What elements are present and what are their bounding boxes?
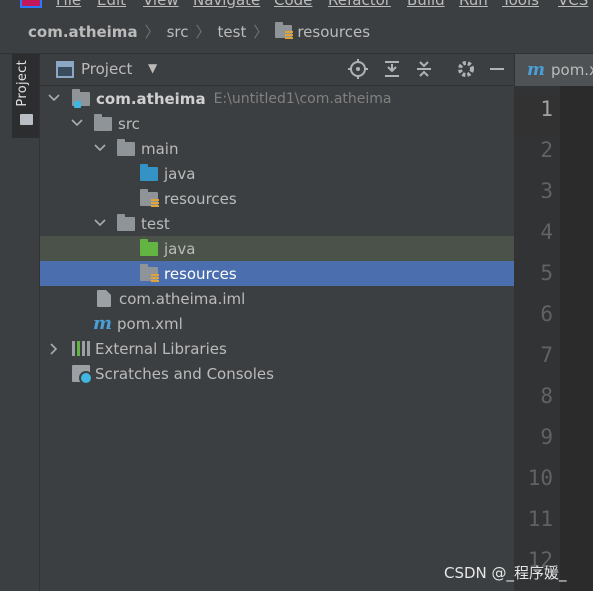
breadcrumb-separator-icon: 〉 xyxy=(195,23,211,41)
iml-file-icon xyxy=(97,290,111,307)
tree-label-test: test xyxy=(141,214,170,233)
folder-icon xyxy=(117,213,135,231)
tree-row-test-resources[interactable]: resources xyxy=(40,261,514,286)
project-tool-tab[interactable]: Project xyxy=(12,54,40,138)
editor-text-area[interactable] xyxy=(560,86,593,591)
tree-row-test-java[interactable]: java xyxy=(40,236,514,261)
line-number: 10 xyxy=(527,466,553,490)
resources-folder-icon xyxy=(140,188,159,207)
line-number: 5 xyxy=(540,261,553,285)
tree-row-src[interactable]: src xyxy=(40,111,514,136)
breadcrumb-item-project[interactable]: com.atheima xyxy=(28,23,138,41)
breadcrumb: com.atheima 〉 src 〉 test 〉 resources xyxy=(0,10,593,54)
tree-root-label: com.atheima xyxy=(96,89,206,108)
breadcrumb-item-test[interactable]: test xyxy=(218,23,247,41)
line-number: 1 xyxy=(540,97,553,121)
line-number: 2 xyxy=(540,138,553,162)
test-resources-folder-icon xyxy=(140,263,159,282)
hide-panel-icon[interactable] xyxy=(486,59,508,81)
tree-label-main-resources: resources xyxy=(164,189,237,208)
project-panel-header: Project ▼ xyxy=(40,54,514,86)
breadcrumb-separator-icon: 〉 xyxy=(253,23,269,41)
editor-tab-label: pom.x xyxy=(551,61,593,79)
breadcrumb-item-resources[interactable]: resources xyxy=(275,22,371,41)
menu-code[interactable]: Code xyxy=(274,0,312,9)
intellij-logo-icon xyxy=(20,0,42,8)
tree-row-main-resources[interactable]: resources xyxy=(40,186,514,211)
gear-icon[interactable] xyxy=(455,59,477,81)
editor-tab-bar: m pom.x xyxy=(514,54,593,86)
locate-file-icon[interactable] xyxy=(347,59,369,81)
chevron-down-icon[interactable]: ▼ xyxy=(148,61,157,75)
project-view-selector[interactable]: Project xyxy=(81,60,132,78)
test-source-folder-icon xyxy=(140,238,158,256)
project-tool-tab-label: Project xyxy=(15,60,30,107)
chevron-down-icon[interactable] xyxy=(94,143,106,153)
line-number: 4 xyxy=(540,220,553,244)
tree-label-main: main xyxy=(141,139,179,158)
libraries-icon xyxy=(72,341,90,356)
line-number: 8 xyxy=(540,384,553,408)
module-folder-icon xyxy=(72,88,90,108)
breadcrumb-separator-icon: 〉 xyxy=(144,23,160,41)
menu-bar: File Edit View Navigate Code Refactor Bu… xyxy=(0,0,593,10)
scratches-icon xyxy=(72,365,93,385)
menu-file[interactable]: File xyxy=(56,0,81,9)
tree-label-scratches: Scratches and Consoles xyxy=(95,364,274,383)
source-folder-icon xyxy=(140,163,158,181)
line-number: 6 xyxy=(540,302,553,326)
line-number: 7 xyxy=(540,343,553,367)
maven-icon: m xyxy=(93,313,113,334)
menu-vcs[interactable]: VCS xyxy=(558,0,588,9)
menu-navigate[interactable]: Navigate xyxy=(193,0,260,9)
tree-label-main-java: java xyxy=(164,164,196,183)
tree-row-test[interactable]: test xyxy=(40,211,514,236)
menu-tools[interactable]: Tools xyxy=(502,0,539,9)
menu-view[interactable]: View xyxy=(143,0,179,9)
maven-icon: m xyxy=(527,60,545,80)
line-number: 9 xyxy=(540,425,553,449)
expand-all-icon[interactable] xyxy=(381,59,403,81)
tree-label-test-resources: resources xyxy=(164,264,237,283)
tree-row-scratches[interactable]: Scratches and Consoles xyxy=(40,361,514,386)
project-view-icon xyxy=(56,61,74,78)
tree-row-iml[interactable]: com.atheima.iml xyxy=(40,286,514,311)
project-tree: com.atheima E:\untitled1\com.atheima src… xyxy=(40,86,514,591)
breadcrumb-item-src[interactable]: src xyxy=(167,23,189,41)
watermark: CSDN @_程序媛_ xyxy=(444,564,567,582)
resources-folder-icon xyxy=(275,22,294,39)
breadcrumb-item-resources-label: resources xyxy=(297,22,371,41)
tree-label-src: src xyxy=(118,114,140,133)
menu-build[interactable]: Build xyxy=(407,0,445,9)
project-tool-folder-icon xyxy=(20,114,33,125)
tree-root-path: E:\untitled1\com.atheima xyxy=(213,90,392,107)
editor-tab-pom[interactable]: m pom.x xyxy=(515,54,593,86)
line-number: 11 xyxy=(527,507,553,531)
menu-edit[interactable]: Edit xyxy=(97,0,126,9)
tree-label-external-libraries: External Libraries xyxy=(95,339,227,358)
chevron-down-icon[interactable] xyxy=(48,93,60,103)
folder-icon xyxy=(117,138,135,156)
collapse-all-icon[interactable] xyxy=(413,59,435,81)
tree-row-pom[interactable]: m pom.xml xyxy=(40,311,514,336)
line-number: 3 xyxy=(540,179,553,203)
tree-label-pom: pom.xml xyxy=(117,314,183,333)
folder-icon xyxy=(94,113,112,131)
chevron-right-icon[interactable] xyxy=(49,343,59,355)
menu-refactor[interactable]: Refactor xyxy=(328,0,391,9)
chevron-down-icon[interactable] xyxy=(94,218,106,228)
tree-label-iml: com.atheima.iml xyxy=(119,289,246,308)
left-edge-strip xyxy=(0,54,12,591)
tree-row-main-java[interactable]: java xyxy=(40,161,514,186)
tool-strip xyxy=(12,138,40,591)
menu-run[interactable]: Run xyxy=(459,0,488,9)
tree-row-project-root[interactable]: com.atheima E:\untitled1\com.atheima xyxy=(40,86,514,111)
tree-row-external-libraries[interactable]: External Libraries xyxy=(40,336,514,361)
tree-row-main[interactable]: main xyxy=(40,136,514,161)
chevron-down-icon[interactable] xyxy=(71,118,83,128)
tree-label-test-java: java xyxy=(164,239,196,258)
